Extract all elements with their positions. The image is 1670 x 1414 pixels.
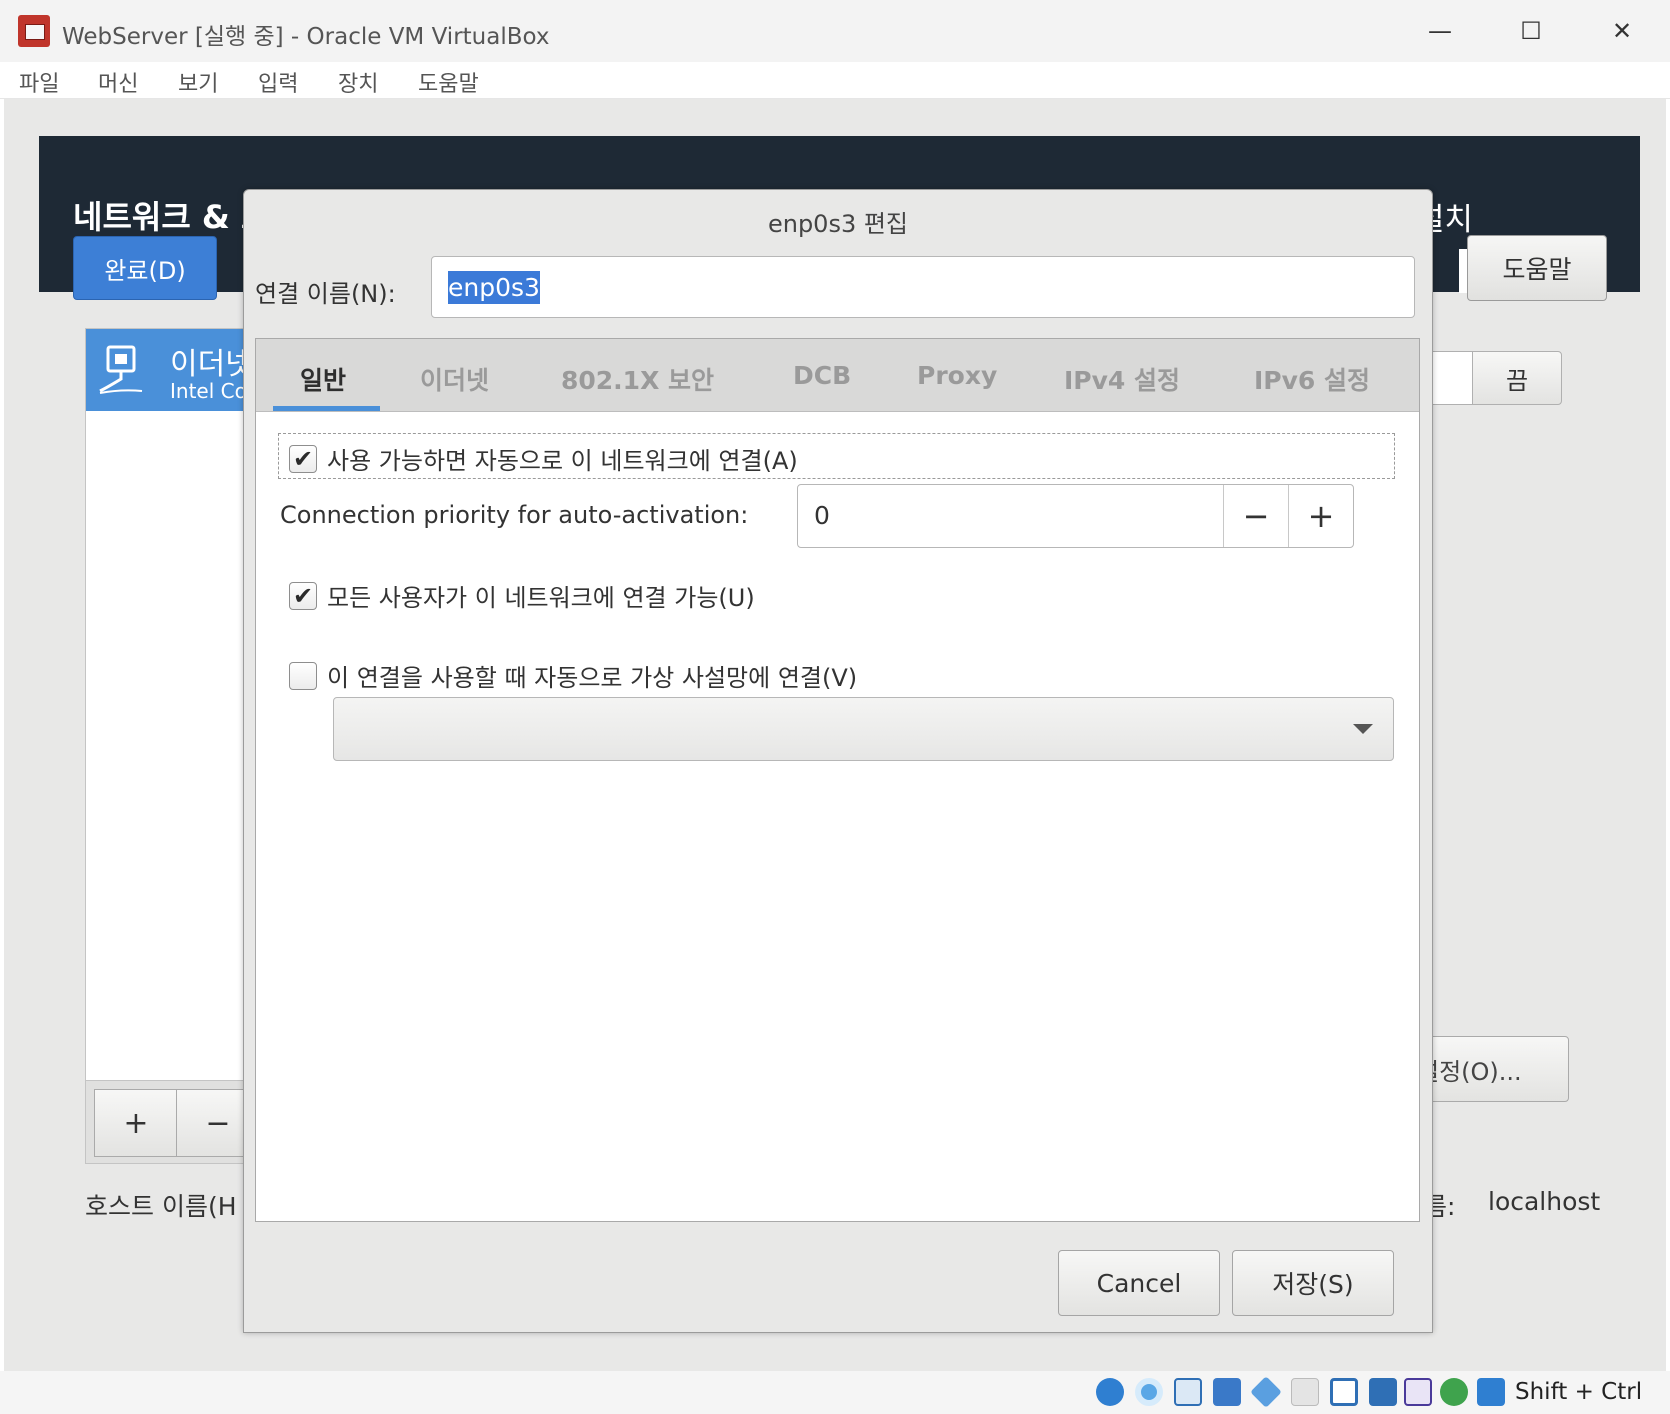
close-button[interactable]: ✕ xyxy=(1594,10,1650,52)
tab-dcb[interactable]: DCB xyxy=(793,361,851,390)
active-tab-indicator xyxy=(273,406,380,411)
menu-help[interactable]: 도움말 xyxy=(418,66,479,98)
tab-8021x-security[interactable]: 802.1X 보안 xyxy=(561,361,714,397)
host-key-arrow-icon[interactable] xyxy=(1477,1378,1505,1406)
maximize-button[interactable]: ☐ xyxy=(1503,10,1559,52)
statusbar: Shift + Ctrl xyxy=(0,1371,1670,1414)
window-titlebar: WebServer [실행 중] - Oracle VM VirtualBox … xyxy=(0,0,1670,62)
tab-ipv4-settings[interactable]: IPv4 설정 xyxy=(1064,361,1180,397)
help-button[interactable]: 도움말 xyxy=(1467,235,1607,301)
window-title: WebServer [실행 중] - Oracle VM VirtualBox xyxy=(62,24,550,50)
all-users-checkbox[interactable]: ✔ xyxy=(289,581,317,610)
shared-folders-icon[interactable] xyxy=(1291,1378,1319,1406)
connection-name-label: 연결 이름(N): xyxy=(255,280,396,308)
ethernet-port-icon xyxy=(99,345,143,394)
host-key-label: Shift + Ctrl xyxy=(1515,1379,1643,1405)
vpn-auto-row[interactable]: 이 연결을 사용할 때 자동으로 가상 사설망에 연결(V) xyxy=(289,658,857,693)
device-name: 이더넷 xyxy=(170,347,253,382)
auto-connect-checkbox[interactable]: ✔ xyxy=(289,444,317,473)
device-description: Intel Co xyxy=(170,379,247,403)
menu-machine[interactable]: 머신 xyxy=(98,66,138,98)
tab-proxy[interactable]: Proxy xyxy=(917,361,997,390)
cancel-button[interactable]: Cancel xyxy=(1058,1250,1220,1316)
vpn-auto-label: 이 연결을 사용할 때 자동으로 가상 사설망에 연결(V) xyxy=(327,664,858,692)
hostname-label: 호스트 이름(H xyxy=(85,1192,237,1221)
dialog-title: enp0s3 편집 xyxy=(767,210,909,238)
display-icon[interactable] xyxy=(1330,1378,1358,1406)
configure-button-label: 설정(O)... xyxy=(1424,1057,1522,1086)
auto-connect-row[interactable]: ✔ 사용 가능하면 자동으로 이 네트워크에 연결(A) xyxy=(289,441,798,476)
configure-button[interactable]: 설정(O)... xyxy=(1424,1036,1569,1102)
done-button[interactable]: 완료(D) xyxy=(73,236,217,300)
connection-name-input[interactable]: enp0s3 xyxy=(431,256,1415,318)
menubar: 파일 머신 보기 입력 장치 도움말 xyxy=(0,62,1670,99)
vm-icon[interactable] xyxy=(1440,1378,1468,1406)
virtualbox-app-icon xyxy=(18,15,50,47)
priority-value: 0 xyxy=(814,501,830,530)
tab-general[interactable]: 일반 xyxy=(300,361,346,397)
priority-label: Connection priority for auto-activation: xyxy=(280,501,749,529)
device-toggle-switch[interactable]: 끔 xyxy=(1472,351,1562,405)
all-users-row[interactable]: ✔ 모든 사용자가 이 네트워크에 연결 가능(U) xyxy=(289,578,755,613)
audio-icon[interactable] xyxy=(1174,1378,1202,1406)
vpn-select-dropdown[interactable] xyxy=(333,697,1394,761)
tab-strip: 일반 이더넷 802.1X 보안 DCB Proxy IPv4 설정 IPv6 … xyxy=(256,339,1419,412)
current-hostname-value: localhost xyxy=(1488,1187,1601,1216)
recording-icon[interactable] xyxy=(1404,1378,1432,1406)
all-users-label: 모든 사용자가 이 네트워크에 연결 가능(U) xyxy=(327,584,755,612)
settings-notebook: 일반 이더넷 802.1X 보안 DCB Proxy IPv4 설정 IPv6 … xyxy=(255,338,1420,1222)
optical-drive-icon[interactable] xyxy=(1135,1378,1163,1406)
usb-icon[interactable] xyxy=(1250,1376,1282,1408)
menu-file[interactable]: 파일 xyxy=(19,66,59,98)
vpn-auto-checkbox[interactable] xyxy=(289,661,317,690)
hard-disk-icon[interactable] xyxy=(1096,1378,1124,1406)
network-icon[interactable] xyxy=(1213,1378,1241,1406)
connection-name-value: enp0s3 xyxy=(448,270,540,304)
tab-ipv6-settings[interactable]: IPv6 설정 xyxy=(1254,361,1370,397)
add-device-button[interactable]: + xyxy=(94,1089,178,1157)
edit-connection-dialog: enp0s3 편집 연결 이름(N): enp0s3 일반 이더넷 802.1X… xyxy=(243,189,1433,1333)
tab-ethernet[interactable]: 이더넷 xyxy=(420,361,489,397)
menu-devices[interactable]: 장치 xyxy=(338,66,378,98)
minimize-button[interactable]: — xyxy=(1412,10,1468,52)
dropdown-arrow-icon xyxy=(1353,724,1373,734)
video-capture-icon[interactable] xyxy=(1369,1378,1397,1406)
priority-decrement-button[interactable]: − xyxy=(1223,485,1288,547)
auto-connect-label: 사용 가능하면 자동으로 이 네트워크에 연결(A) xyxy=(327,447,798,475)
priority-spinbutton[interactable]: 0 − + xyxy=(797,484,1354,548)
menu-view[interactable]: 보기 xyxy=(178,66,218,98)
priority-increment-button[interactable]: + xyxy=(1288,485,1353,547)
save-button[interactable]: 저장(S) xyxy=(1232,1250,1394,1316)
menu-input[interactable]: 입력 xyxy=(258,66,298,98)
